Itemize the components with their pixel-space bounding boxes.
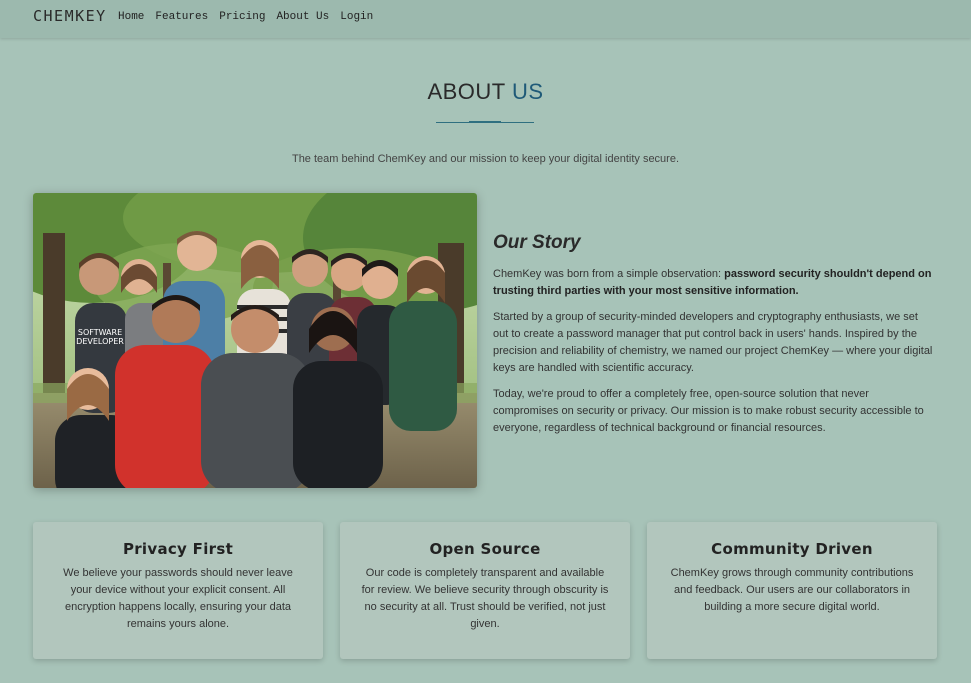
shirt-text-line1: SOFTWARE xyxy=(78,328,122,337)
value-card-title: Community Driven xyxy=(711,540,873,558)
page-title-main: ABOUT xyxy=(427,79,506,104)
story-title: Our Story xyxy=(493,232,581,253)
value-card-title: Open Source xyxy=(429,540,541,558)
shirt-text-line2: DEVELOPER xyxy=(76,337,124,346)
logo[interactable]: CHEMKEY xyxy=(33,7,107,25)
nav-link-pricing[interactable]: Pricing xyxy=(219,11,265,23)
value-card-privacy: Privacy First We believe your passwords … xyxy=(33,522,323,659)
title-divider-accent xyxy=(469,121,501,123)
nav-link-login[interactable]: Login xyxy=(340,11,373,23)
value-card-title: Privacy First xyxy=(122,540,234,558)
story-paragraph-3: Today, we're proud to offer a completely… xyxy=(493,388,924,434)
value-card-text: ChemKey grows through community contribu… xyxy=(670,567,914,613)
value-card-text: We believe your passwords should never l… xyxy=(63,567,293,630)
page-title: ABOUT US xyxy=(0,79,971,105)
value-card-community: Community Driven ChemKey grows through c… xyxy=(647,522,937,659)
story-paragraph-1: ChemKey was born from a simple observati… xyxy=(493,266,933,300)
page-title-accent: US xyxy=(511,79,544,104)
value-card-text: Our code is completely transparent and a… xyxy=(361,567,609,630)
nav-link-about-us[interactable]: About Us xyxy=(276,11,329,23)
nav-links: Home Features Pricing About Us Login xyxy=(118,11,373,23)
navbar: CHEMKEY Home Features Pricing About Us L… xyxy=(0,0,971,38)
nav-link-home[interactable]: Home xyxy=(118,11,144,23)
value-card-open-source: Open Source Our code is completely trans… xyxy=(340,522,630,659)
team-photo: SOFTWARE DEVELOPER xyxy=(33,193,477,488)
nav-link-features[interactable]: Features xyxy=(155,11,208,23)
story-paragraph-2: Started by a group of security-minded de… xyxy=(493,311,933,374)
story-p1-lead: ChemKey was born from a simple observati… xyxy=(493,268,725,280)
story-section: Our Story ChemKey was born from a simple… xyxy=(493,232,933,446)
page-subtitle: The team behind ChemKey and our mission … xyxy=(291,153,680,165)
